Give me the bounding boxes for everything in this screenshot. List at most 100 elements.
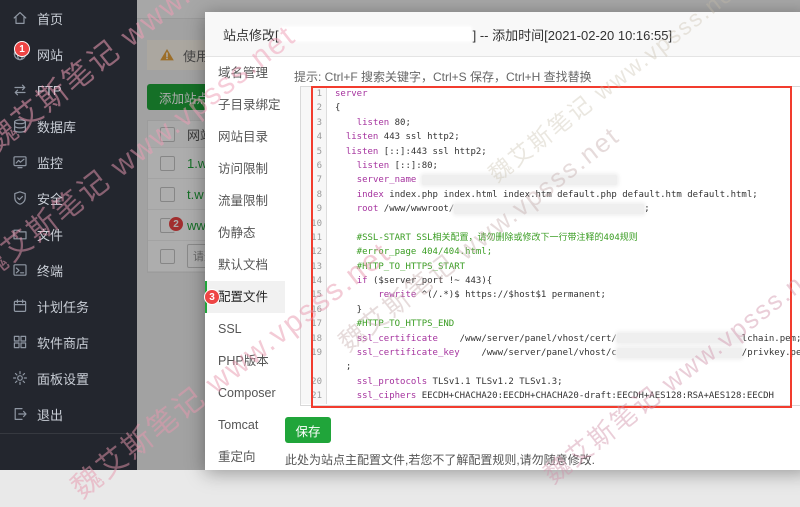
code-line: 3 listen 80; xyxy=(301,115,800,131)
modal-tab-php-version[interactable]: PHP版本 xyxy=(205,345,285,377)
line-number: 13 xyxy=(301,259,327,275)
code-line: 21 ssl_ciphers EECDH+CHACHA20:EECDH+CHAC… xyxy=(301,389,800,404)
config-note: 此处为站点主配置文件,若您不了解配置规则,请勿随意修改. xyxy=(285,453,596,467)
code-line: 10 xyxy=(301,216,800,231)
line-number: 17 xyxy=(301,317,327,332)
modal-tab-domain-manage[interactable]: 域名管理 xyxy=(205,57,285,89)
sidebar-menu: 首页网站 1 FTP 数据库监控安全文件终端计划任务软件商店 面板设置退出 xyxy=(0,0,137,432)
sidebar-item-cron[interactable]: 计划任务 xyxy=(0,288,137,324)
code-line: 20 ssl_protocols TLSv1.1 TLSv1.2 TLSv1.3… xyxy=(301,374,800,390)
step-badge-3: 3 xyxy=(204,289,220,305)
code-line: 9 root /www/wwwroot/; xyxy=(301,202,800,217)
sidebar-item-label: FTP xyxy=(37,82,62,98)
save-button[interactable]: 保存 xyxy=(285,417,331,443)
modal-tab-access-limit[interactable]: 访问限制 xyxy=(205,153,285,185)
sidebar-item-website[interactable]: 网站 1 xyxy=(0,36,137,72)
code-line: 17 #HTTP_TO_HTTPS_END xyxy=(301,317,800,332)
code-line: ; xyxy=(301,360,800,375)
transfer-icon xyxy=(12,82,28,98)
sidebar-item-label: 安全 xyxy=(37,191,64,207)
modal-body: 域名管理 子目录绑定 网站目录 访问限制 流量限制 伪静态 默认文档 配置文件 3 SSL PHP版… xyxy=(204,57,800,473)
sidebar-item-logout[interactable]: 退出 xyxy=(0,396,137,432)
logout-icon xyxy=(12,406,28,422)
sidebar-item-files[interactable]: 文件 xyxy=(0,216,137,252)
line-number: 18 xyxy=(301,331,327,347)
code-text: ; xyxy=(335,362,352,373)
modal-tab-ssl[interactable]: SSL xyxy=(205,313,285,345)
redacted-text xyxy=(454,203,645,214)
code-text: server xyxy=(335,89,368,99)
sidebar-item-terminal[interactable]: 终端 xyxy=(0,252,137,288)
modal-tab-default-doc[interactable]: 默认文档 xyxy=(205,249,285,281)
code-text: if ($server_port !~ 443){ xyxy=(356,276,493,287)
code-line: 12 #error_page 404/404.html; xyxy=(301,245,800,260)
sidebar-item-label: 文件 xyxy=(37,227,64,243)
line-number: 10 xyxy=(301,216,327,231)
line-number: 8 xyxy=(301,187,327,203)
sidebar-item-label: 退出 xyxy=(37,407,64,423)
code-text: listen 443 ssl http2; xyxy=(345,132,460,143)
sidebar-item-appstore[interactable]: 软件商店 xyxy=(0,324,137,360)
line-number: 21 xyxy=(301,389,327,404)
code-text: listen 80; xyxy=(356,117,411,128)
sidebar-item-security[interactable]: 安全 xyxy=(0,180,137,216)
sidebar-divider xyxy=(0,433,137,434)
terminal-icon xyxy=(12,262,28,278)
code-line: 4 listen 443 ssl http2; xyxy=(301,130,800,145)
modal-tab-redirect[interactable]: 重定向 xyxy=(205,441,285,473)
line-number: 5 xyxy=(301,144,327,159)
redacted-text xyxy=(616,333,742,344)
app-root: { "app": { "watermark": "魏艾斯笔记 www.vpsss… xyxy=(0,0,800,505)
code-line: 19 ssl_certificate_key /www/server/panel… xyxy=(301,346,800,361)
line-number: 20 xyxy=(301,374,327,390)
modal-tab-config-file[interactable]: 配置文件 3 xyxy=(204,281,285,313)
code-line: 8 index index.php index.html index.htm d… xyxy=(301,187,800,203)
home-icon xyxy=(12,10,28,26)
line-number: 4 xyxy=(301,130,327,145)
line-number: 1 xyxy=(301,87,327,102)
sidebar-item-label: 首页 xyxy=(37,11,64,27)
code-text: ssl_ciphers EECDH+CHACHA20:EECDH+CHACHA2… xyxy=(356,391,774,402)
code-text: ssl_certificate /www/server/panel/vhost/… xyxy=(356,333,800,344)
config-editor[interactable]: 1 server 2{3 listen 80; 4 listen 443 ssl ht… xyxy=(300,86,800,406)
sidebar-item-label: 终端 xyxy=(37,263,64,279)
modal-title-suffix: ] -- 添加时间[2021-02-20 10:16:55] xyxy=(472,27,673,43)
modal-tab-subdir-bind[interactable]: 子目录绑定 xyxy=(205,89,285,121)
modal-tab-traffic-limit[interactable]: 流量限制 xyxy=(205,185,285,217)
sidebar-item-label: 数据库 xyxy=(37,119,77,135)
code-line: 14 if ($server_port !~ 443){ xyxy=(301,274,800,289)
sidebar-item-ftp[interactable]: FTP xyxy=(0,72,137,108)
database-icon xyxy=(12,118,28,134)
config-hint: 提示: Ctrl+F 搜索关键字，Ctrl+S 保存，Ctrl+H 查找替换 xyxy=(294,70,592,84)
grid-icon xyxy=(12,334,28,350)
config-pane: 提示: Ctrl+F 搜索关键字，Ctrl+S 保存，Ctrl+H 查找替换 1… xyxy=(285,57,800,471)
modal-tab-tomcat[interactable]: Tomcat xyxy=(205,409,285,441)
redacted-text xyxy=(616,347,742,358)
sidebar-item-label: 计划任务 xyxy=(37,299,90,315)
code-line: 1 server xyxy=(301,87,800,102)
sidebar-item-home[interactable]: 首页 xyxy=(0,0,137,36)
sidebar-item-database[interactable]: 数据库 xyxy=(0,108,137,144)
step-badge-1: 1 xyxy=(14,41,30,57)
line-number: 15 xyxy=(301,288,327,303)
code-line: 16 } xyxy=(301,302,800,318)
gear-icon xyxy=(12,370,28,386)
sidebar-item-panel-settings[interactable]: 面板设置 xyxy=(0,360,137,396)
code-text: rewrite ^(/.*)$ https://$host$1 permanen… xyxy=(378,290,606,301)
modal-tab-site-dir[interactable]: 网站目录 xyxy=(205,121,285,153)
sidebar-item-monitor[interactable]: 监控 xyxy=(0,144,137,180)
code-text: listen [::]:443 ssl http2; xyxy=(345,146,487,157)
code-line: 11 #SSL-START SSL相关配置，请勿删除或修改下一行带注释的404规… xyxy=(301,230,800,246)
code-text: ssl_protocols TLSv1.1 TLSv1.2 TLSv1.3; xyxy=(356,376,563,387)
modal-tab-url-rewrite[interactable]: 伪静态 xyxy=(205,217,285,249)
code-text: } xyxy=(335,304,363,315)
sidebar: 首页网站 1 FTP 数据库监控安全文件终端计划任务软件商店 面板设置退出 xyxy=(0,0,137,470)
code-text: root /www/wwwroot/; xyxy=(356,203,650,215)
code-line: 6 listen [::]:80; xyxy=(301,158,800,174)
line-number: 9 xyxy=(301,202,327,217)
line-number xyxy=(301,360,327,375)
modal-tab-composer[interactable]: Composer xyxy=(205,377,285,409)
line-number: 19 xyxy=(301,346,327,361)
code-text: index index.php index.html index.htm def… xyxy=(356,189,758,200)
line-number: 2 xyxy=(301,101,327,116)
